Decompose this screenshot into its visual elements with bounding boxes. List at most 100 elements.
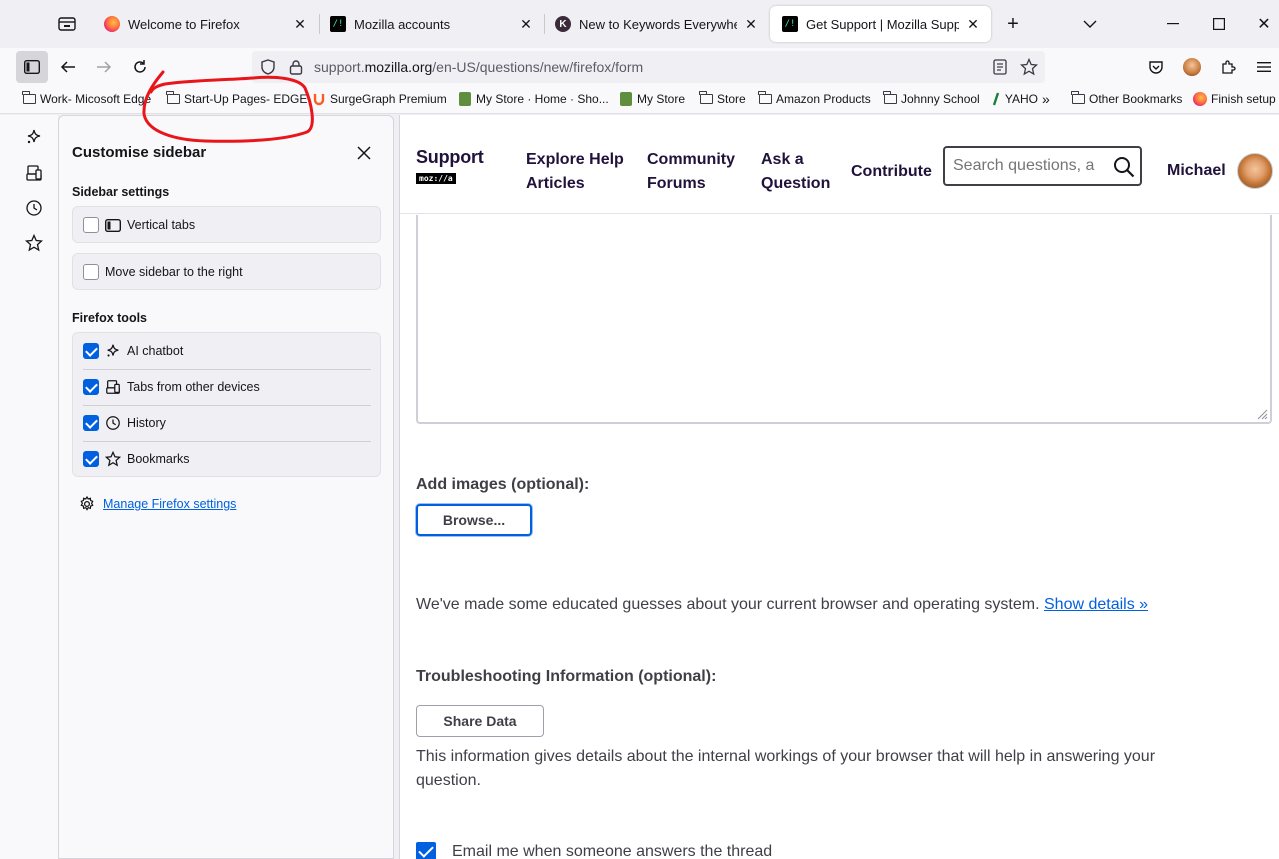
divider — [83, 369, 371, 370]
tool-history[interactable]: History — [83, 415, 166, 431]
menu-button[interactable] — [1248, 51, 1279, 83]
share-data-button[interactable]: Share Data — [416, 705, 544, 737]
maximize-button[interactable] — [1204, 10, 1234, 38]
avatar — [1183, 58, 1201, 76]
nav-label: Articles — [526, 175, 585, 192]
plus-icon: + — [1007, 12, 1019, 35]
manage-firefox-settings-link[interactable]: Manage Firefox settings — [103, 497, 236, 511]
firefox-view-button[interactable] — [52, 10, 82, 38]
ai-chatbot-checkbox[interactable] — [83, 343, 99, 359]
move-sidebar-right-label: Move sidebar to the right — [105, 265, 243, 279]
sidebar-toggle-button[interactable] — [16, 51, 48, 83]
bookmark-surgegraph[interactable]: SurgeGraph Premium — [312, 92, 447, 106]
tab-title: Get Support | Mozilla Support — [806, 16, 959, 32]
bookmark-my-store[interactable]: My Store — [619, 92, 685, 106]
sidebar-launcher — [0, 115, 58, 859]
email-notify-checkbox[interactable] — [416, 842, 436, 859]
url-domain: mozilla.org — [364, 59, 433, 75]
nav-explore-help-articles[interactable]: Explore Help Articles — [526, 148, 624, 196]
url-text[interactable]: support.mozilla.org/en-US/questions/new/… — [314, 59, 643, 75]
resize-handle-icon[interactable] — [1256, 408, 1268, 420]
move-sidebar-right-checkbox[interactable] — [83, 264, 99, 280]
reload-button[interactable] — [124, 51, 156, 83]
tool-tabs-other-devices[interactable]: Tabs from other devices — [83, 379, 260, 395]
site-search-input[interactable] — [953, 157, 1103, 175]
bookmark-other-bookmarks[interactable]: Other Bookmarks — [1071, 91, 1182, 106]
bookmark-label: My Store · Home · Sho... — [476, 92, 609, 106]
bookmark-yahoo[interactable]: YAHO — [992, 92, 1038, 106]
bookmark-label: Finish setup — [1211, 92, 1276, 106]
tab-get-support[interactable]: /! Get Support | Mozilla Support ✕ — [770, 6, 991, 42]
tab-mozilla-accounts[interactable]: /! Mozilla accounts ✕ — [318, 6, 544, 42]
user-name[interactable]: Michael — [1167, 162, 1226, 180]
nav-community-forums[interactable]: Community Forums — [647, 148, 735, 196]
star-icon — [25, 234, 43, 252]
hamburger-icon — [1257, 62, 1271, 72]
mozilla-icon: /! — [330, 16, 346, 32]
ai-chatbot-button[interactable] — [20, 123, 48, 151]
bookmarks-sidebar-button[interactable] — [20, 229, 48, 257]
synced-tabs-button[interactable] — [20, 159, 48, 187]
shield-icon[interactable] — [258, 57, 278, 77]
close-tab-icon[interactable]: ✕ — [518, 16, 534, 32]
firefox-view-icon — [58, 17, 76, 31]
tab-keywords-everywhere[interactable]: K New to Keywords Everywhere? · ✕ — [543, 6, 769, 42]
nav-ask-a-question[interactable]: Ask a Question — [761, 148, 830, 196]
email-notify-label[interactable]: Email me when someone answers the thread — [452, 840, 772, 859]
close-window-button[interactable]: ✕ — [1249, 10, 1279, 38]
bookmark-start-up-pages-edge[interactable]: Start-Up Pages- EDGE — [166, 91, 307, 106]
nav-label: Explore Help — [526, 151, 624, 168]
reader-view-icon[interactable] — [990, 57, 1010, 77]
tool-bookmarks[interactable]: Bookmarks — [83, 451, 190, 467]
address-bar[interactable]: support.mozilla.org/en-US/questions/new/… — [252, 51, 1045, 83]
shopify-icon — [619, 92, 633, 106]
question-details-textarea[interactable] — [416, 215, 1272, 424]
gear-icon — [80, 496, 94, 511]
move-sidebar-right-option[interactable]: Move sidebar to the right — [83, 264, 243, 280]
nav-label: Ask a — [761, 151, 804, 168]
folder-icon — [758, 91, 772, 106]
bookmark-my-store-home[interactable]: My Store · Home · Sho... — [458, 92, 609, 106]
forward-button[interactable] — [88, 51, 120, 83]
back-button[interactable] — [52, 51, 84, 83]
tab-welcome-firefox[interactable]: Welcome to Firefox ✕ — [92, 6, 318, 42]
site-search-box — [943, 146, 1142, 186]
show-details-link[interactable]: Show details » — [1044, 596, 1148, 613]
vertical-tabs-checkbox[interactable] — [83, 217, 99, 233]
bookmark-star-icon[interactable] — [1019, 57, 1039, 77]
divider — [83, 441, 371, 442]
close-tab-icon[interactable]: ✕ — [292, 16, 308, 32]
keywords-everywhere-icon: K — [555, 16, 571, 32]
puzzle-icon — [1222, 60, 1236, 74]
bookmark-work-microsoft-edge[interactable]: Work- Micosoft Edge — [22, 91, 152, 106]
close-tab-icon[interactable]: ✕ — [743, 16, 759, 32]
bookmark-johnny-school[interactable]: Johnny School — [883, 91, 980, 106]
avatar[interactable] — [1237, 153, 1273, 189]
bookmark-label: Work- Micosoft Edge — [40, 92, 152, 106]
tool-ai-chatbot[interactable]: AI chatbot — [83, 343, 183, 359]
new-tab-button[interactable]: + — [998, 10, 1028, 38]
close-panel-button[interactable] — [353, 142, 375, 164]
nav-contribute[interactable]: Contribute — [851, 160, 932, 184]
folder-icon — [22, 91, 36, 106]
tabs-other-devices-checkbox[interactable] — [83, 379, 99, 395]
bookmark-amazon-products[interactable]: Amazon Products — [758, 91, 871, 106]
pocket-button[interactable] — [1140, 51, 1172, 83]
bookmark-store[interactable]: Store — [699, 91, 746, 106]
history-button[interactable] — [20, 194, 48, 222]
history-checkbox[interactable] — [83, 415, 99, 431]
account-button[interactable] — [1176, 51, 1208, 83]
close-tab-icon[interactable]: ✕ — [965, 16, 981, 32]
lock-icon[interactable] — [286, 57, 306, 77]
search-icon[interactable] — [1113, 156, 1135, 178]
vertical-tabs-option[interactable]: Vertical tabs — [83, 217, 195, 233]
extensions-button[interactable] — [1212, 51, 1244, 83]
bookmarks-overflow-button[interactable]: » — [1042, 91, 1050, 107]
bookmark-finish-setup[interactable]: Finish setup — [1193, 92, 1276, 106]
bookmarks-checkbox[interactable] — [83, 451, 99, 467]
web-content: Support moz://a Explore Help Articles Com… — [399, 115, 1279, 859]
minimize-button[interactable] — [1158, 10, 1188, 38]
support-logo[interactable]: Support moz://a — [416, 147, 484, 186]
list-all-tabs-button[interactable] — [1075, 10, 1105, 38]
browse-button[interactable]: Browse... — [416, 504, 532, 536]
